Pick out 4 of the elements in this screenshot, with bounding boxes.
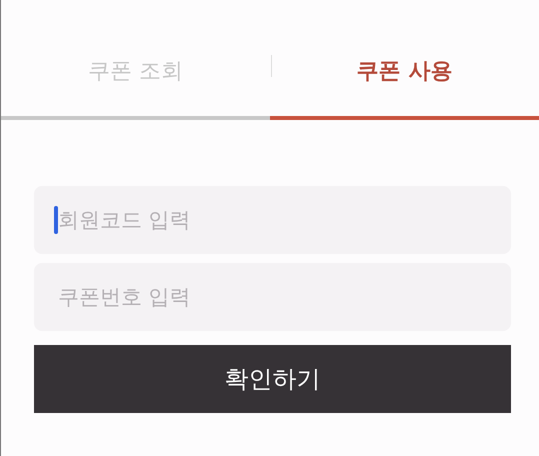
tab[interactable]: 쿠폰 사용 (270, 45, 539, 120)
input-field[interactable]: 회원코드 입력 (34, 186, 511, 254)
confirm-button[interactable]: 확인하기 (34, 345, 511, 413)
input-field[interactable]: 쿠폰번호 입력 (34, 263, 511, 331)
